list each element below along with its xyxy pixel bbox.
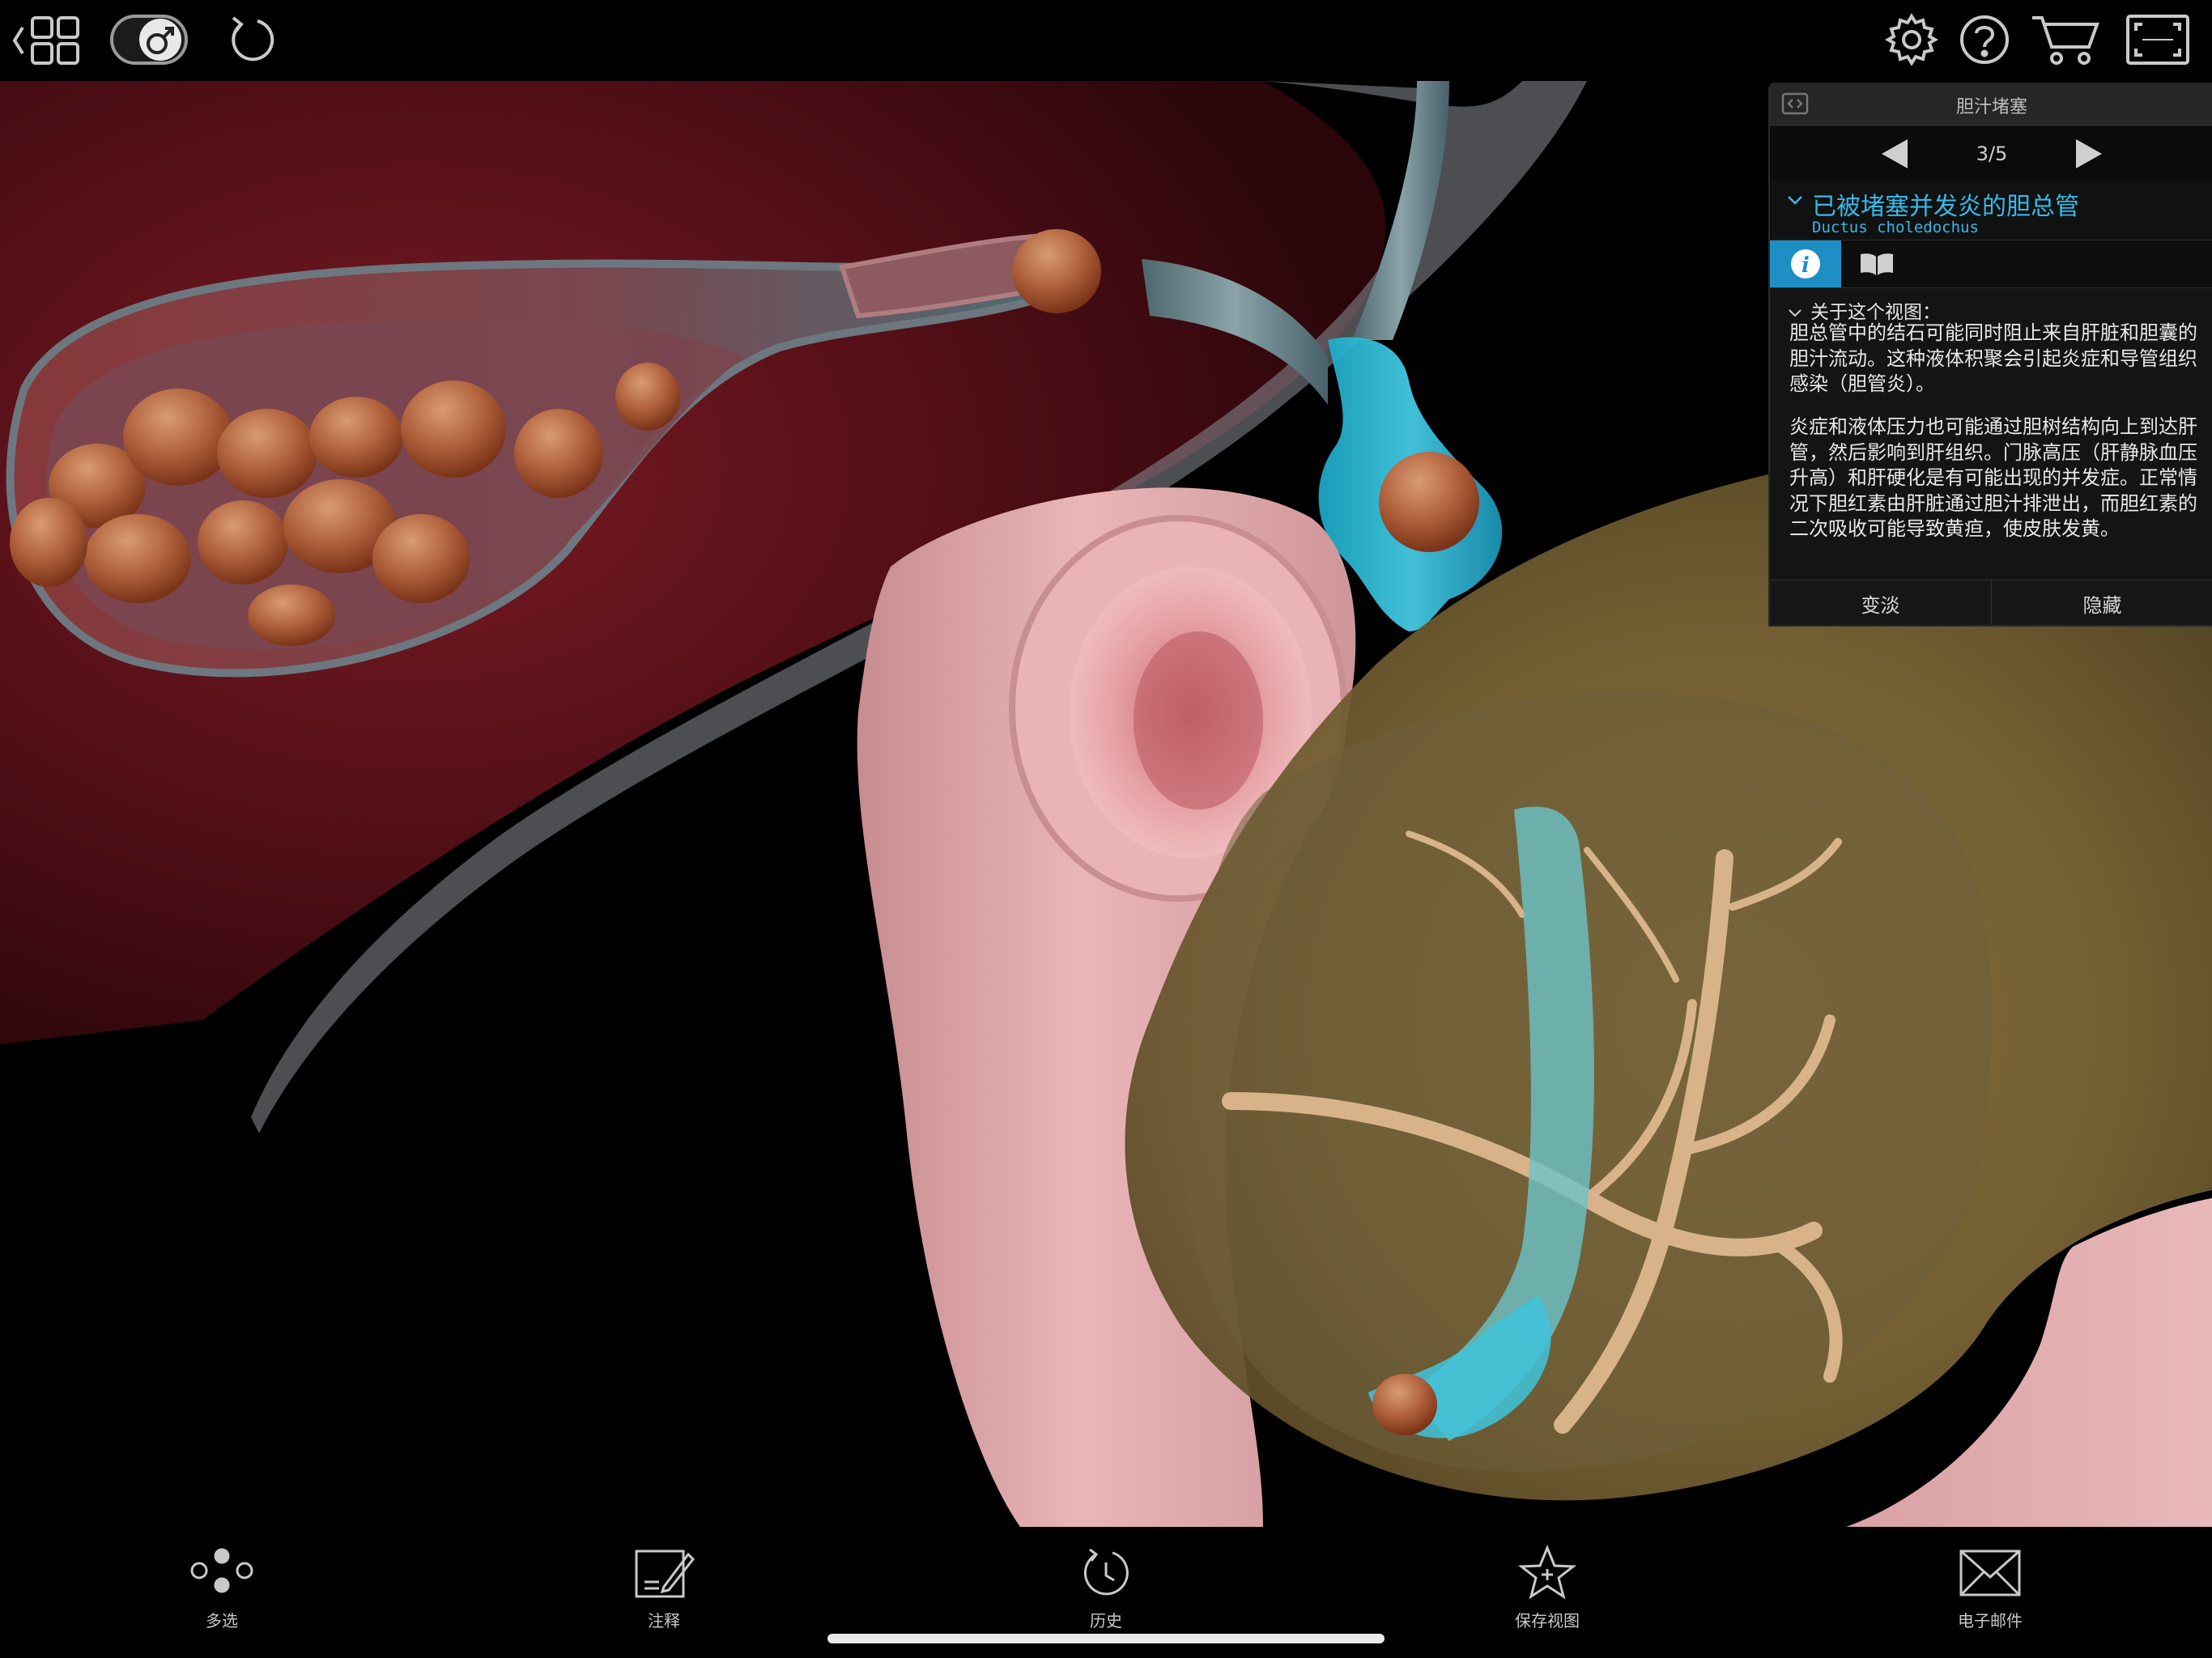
panel-tabs: i xyxy=(1770,240,2212,288)
cystic-duct-stone xyxy=(1012,229,1101,313)
description-paragraph-2: 炎症和液体压力也可能通过胆树结构向上到达肝管，然后影响到肝组织。门脉高压（肝静脉… xyxy=(1789,415,2197,540)
top-toolbar xyxy=(0,0,2212,81)
gender-male-toggle-icon[interactable] xyxy=(110,11,188,68)
chevron-down-icon xyxy=(1789,308,1802,317)
multi-select-label: 多选 xyxy=(206,1611,238,1630)
back-grid-icon[interactable] xyxy=(11,11,84,70)
star-icon xyxy=(1517,1545,1577,1600)
gear-icon[interactable] xyxy=(1883,11,1940,68)
page-indicator: 3/5 xyxy=(1976,142,2008,165)
ampulla-stone xyxy=(1372,1374,1437,1435)
email-button[interactable]: 电子邮件 xyxy=(1901,1538,2079,1635)
multi-select-button[interactable]: 多选 xyxy=(133,1538,311,1635)
chevron-down-icon xyxy=(1786,191,1804,209)
about-view-section[interactable]: 关于这个视图： xyxy=(1788,296,1941,324)
history-button[interactable]: 历史 xyxy=(1017,1538,1195,1635)
structure-header[interactable]: 已被堵塞并发炎的胆总管 Ductus choledochus xyxy=(1770,180,2212,240)
annotate-icon xyxy=(635,1550,696,1598)
app-screen: 胆汁堵塞 3/5 已被堵塞并发炎的胆总管 Ductus choledochus … xyxy=(0,0,2212,1658)
reference-tab[interactable] xyxy=(1841,240,1912,287)
next-page-icon[interactable] xyxy=(2073,138,2105,170)
info-tab[interactable]: i xyxy=(1770,240,1841,287)
annotate-button[interactable]: 注释 xyxy=(575,1538,753,1635)
panel-header: 胆汁堵塞 xyxy=(1770,83,2212,125)
svg-text:i: i xyxy=(1802,253,1810,278)
structure-latin-name: Ductus choledochus xyxy=(1812,219,1979,236)
pager: 3/5 xyxy=(1770,126,2212,181)
info-icon: i xyxy=(1791,249,1820,278)
history-label: 历史 xyxy=(1090,1611,1122,1630)
help-question-icon[interactable] xyxy=(1956,11,2013,68)
panel-actions: 变淡 隐藏 xyxy=(1770,580,2212,625)
fullscreen-icon[interactable] xyxy=(2125,13,2191,66)
fade-button[interactable]: 变淡 xyxy=(1770,580,1992,625)
envelope-icon xyxy=(1959,1550,2021,1596)
history-clock-icon xyxy=(1083,1548,1129,1596)
save-view-button[interactable]: 保存视图 xyxy=(1458,1538,1636,1635)
reset-rotate-icon[interactable] xyxy=(223,11,280,68)
common-bile-duct-stone xyxy=(1379,452,1479,552)
panel-title: 胆汁堵塞 xyxy=(1955,97,2027,117)
save-view-label: 保存视图 xyxy=(1515,1611,1580,1630)
multi-select-icon xyxy=(190,1548,253,1593)
book-icon xyxy=(1861,253,1893,275)
structure-name: 已被堵塞并发炎的胆总管 xyxy=(1812,193,2079,221)
hide-button[interactable]: 隐藏 xyxy=(1992,580,2212,625)
cart-icon[interactable] xyxy=(2029,11,2102,68)
info-panel: 胆汁堵塞 3/5 已被堵塞并发炎的胆总管 Ductus choledochus … xyxy=(1768,83,2212,627)
description-paragraph-1: 胆总管中的结石可能同时阻止来自肝脏和胆囊的胆汁流动。这种液体积聚会引起炎症和导管… xyxy=(1789,321,2197,395)
email-label: 电子邮件 xyxy=(1958,1611,2023,1630)
home-indicator[interactable] xyxy=(827,1634,1385,1643)
annotate-label: 注释 xyxy=(648,1611,680,1630)
